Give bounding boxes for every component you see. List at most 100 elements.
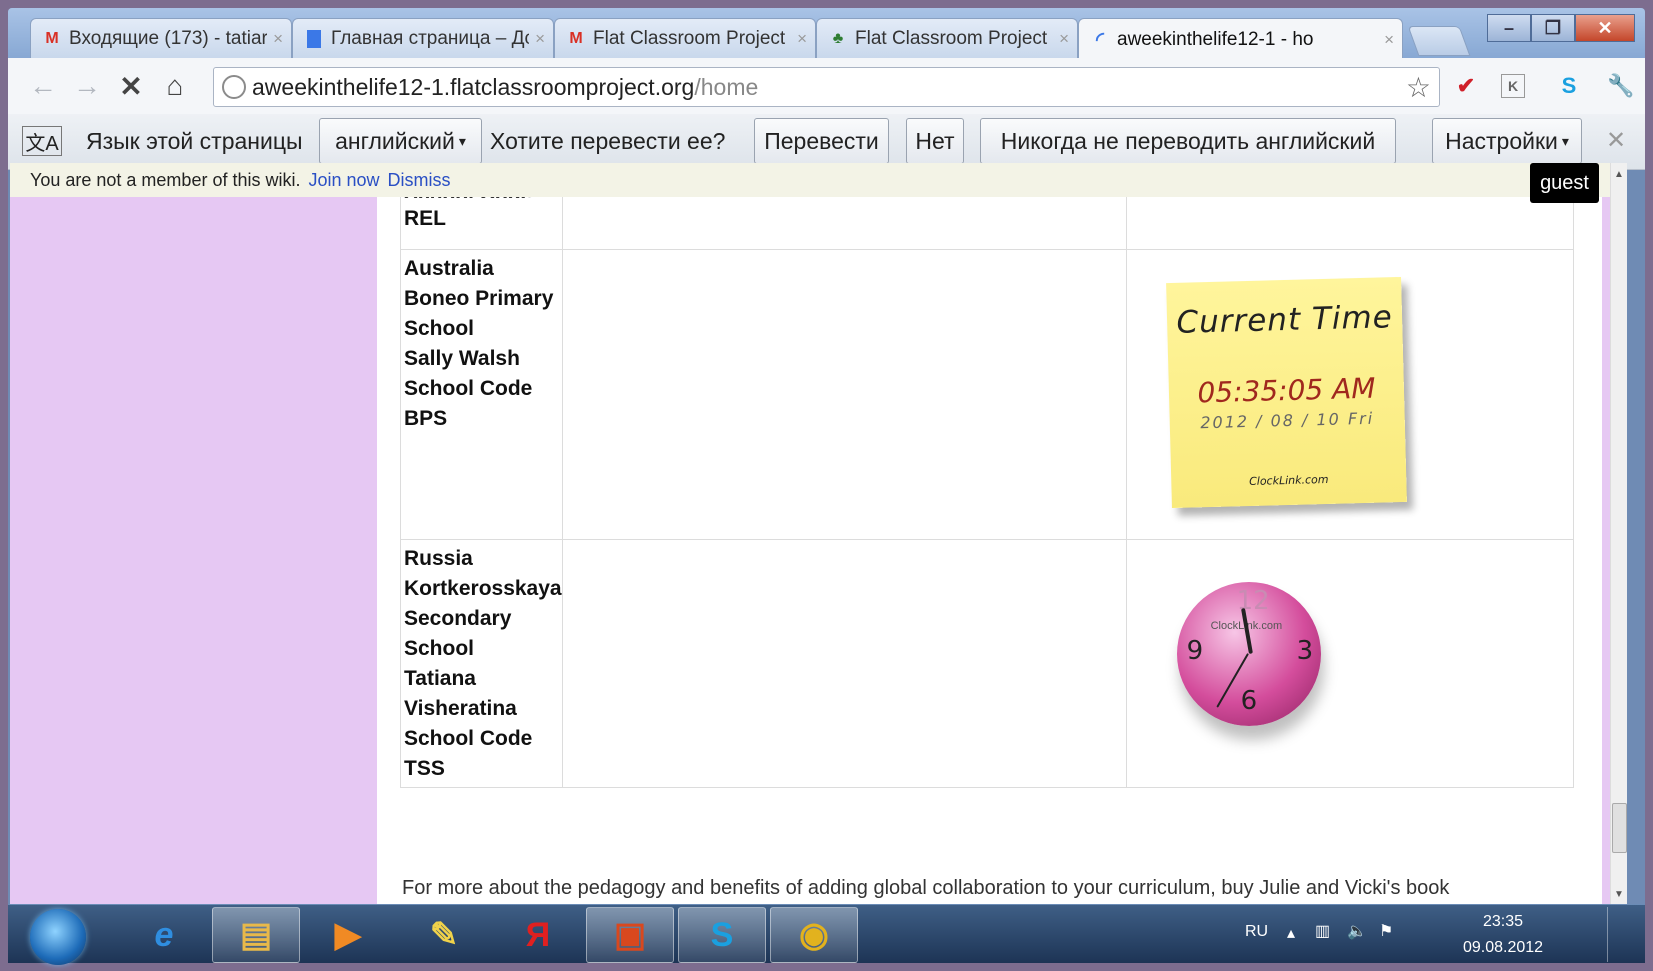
yandex-icon[interactable]: Я bbox=[494, 907, 582, 963]
clock-num-6: 6 bbox=[1240, 686, 1258, 716]
tab-docs[interactable]: Главная страница – Дс × bbox=[292, 18, 554, 58]
widget-title: Current Time bbox=[1175, 299, 1393, 341]
schools-table: School Code REL Australia Boneo Primary … bbox=[400, 187, 1574, 788]
home-icon[interactable]: ⌂ bbox=[152, 64, 198, 108]
kaspersky-icon[interactable]: ✔ bbox=[1450, 70, 1482, 102]
school-code: TSS bbox=[404, 757, 445, 780]
gmail-icon: M bbox=[569, 29, 583, 47]
school-code-label: School Code bbox=[404, 377, 533, 400]
school-name-2: Secondary bbox=[404, 607, 512, 630]
language-indicator[interactable]: RU bbox=[1245, 923, 1275, 941]
address-bar[interactable]: aweekinthelife12-1.flatclassroomproject.… bbox=[213, 67, 1440, 107]
tab-flat-classroom[interactable]: ♣ Flat Classroom Project × bbox=[816, 18, 1078, 58]
close-translate-icon[interactable]: ✕ bbox=[1606, 126, 1626, 155]
analog-clock-widget[interactable]: ClockLink.com 12 3 6 9 bbox=[1176, 582, 1321, 726]
bookmark-star-icon[interactable]: ☆ bbox=[1406, 71, 1431, 104]
close-tab-icon[interactable]: × bbox=[1384, 30, 1394, 50]
translate-settings-button[interactable]: Настройки ▾ bbox=[1432, 118, 1582, 164]
translate-button[interactable]: Перевести bbox=[754, 118, 889, 164]
skype-extension-icon[interactable]: S bbox=[1553, 70, 1585, 102]
url-host: aweekinthelife12-1.flatclassroomproject.… bbox=[252, 73, 695, 100]
no-button[interactable]: Нет bbox=[906, 118, 964, 164]
new-tab-button[interactable] bbox=[1407, 26, 1471, 56]
paint-icon[interactable]: ✎ bbox=[400, 907, 488, 963]
page-scrollbar[interactable]: ▲ ▼ bbox=[1610, 163, 1627, 905]
widget-time: 05:35:05 AM bbox=[1196, 371, 1376, 410]
tab-gmail-inbox[interactable]: M Входящие (173) - tatiar × bbox=[30, 18, 292, 58]
join-now-link[interactable]: Join now bbox=[308, 170, 379, 191]
chevron-down-icon: ▾ bbox=[1561, 132, 1569, 149]
clock-num-9: 9 bbox=[1186, 636, 1204, 666]
footer-paragraph: For more about the pedagogy and benefits… bbox=[402, 877, 1450, 899]
user-badge[interactable]: guest bbox=[1530, 163, 1599, 203]
powerpoint-icon[interactable]: ▣ bbox=[586, 907, 674, 963]
back-arrow-icon[interactable]: ← bbox=[20, 64, 66, 108]
school-name-2: School bbox=[404, 317, 475, 340]
wrench-icon[interactable]: 🔧 bbox=[1605, 70, 1637, 102]
plant-icon: ♣ bbox=[832, 29, 844, 47]
membership-notice: You are not a member of this wiki. Join … bbox=[10, 163, 1610, 197]
close-tab-icon[interactable]: × bbox=[797, 29, 807, 49]
translate-bar: 文A Язык этой страницы английский ▾ Хотите… bbox=[8, 114, 1645, 170]
globe-icon bbox=[222, 75, 246, 99]
translate-label: Язык этой страницы bbox=[86, 128, 303, 154]
chevron-down-icon: ▾ bbox=[458, 132, 466, 149]
language-select[interactable]: английский ▾ bbox=[319, 118, 482, 164]
gmail-icon: M bbox=[45, 29, 59, 47]
browser-toolbar: ← → ✕ ⌂ aweekinthelife12-1.flatclassroom… bbox=[8, 58, 1645, 114]
teacher-first-name: Tatiana bbox=[404, 667, 476, 690]
tab-flat-classroom-mail[interactable]: M Flat Classroom Project | × bbox=[554, 18, 816, 58]
never-translate-button[interactable]: Никогда не переводить английский bbox=[980, 118, 1396, 164]
window-controls: – ❐ ✕ bbox=[1487, 14, 1635, 42]
table-row: Australia Boneo Primary School Sally Wal… bbox=[400, 249, 1574, 540]
translate-question: Хотите перевести ее? bbox=[490, 128, 726, 154]
widget-date: 2012 / 08 / 10 Fri bbox=[1199, 408, 1374, 433]
country: Australia bbox=[404, 257, 494, 280]
page-viewport: School Code REL Australia Boneo Primary … bbox=[10, 163, 1627, 905]
chrome-icon[interactable]: ◉ bbox=[770, 907, 858, 963]
media-player-icon[interactable]: ▶ bbox=[304, 907, 392, 963]
k-extension-icon[interactable]: K bbox=[1501, 74, 1525, 98]
show-hidden-icons-icon[interactable]: ▴ bbox=[1287, 923, 1295, 943]
minimize-icon[interactable]: – bbox=[1487, 14, 1531, 42]
close-window-icon[interactable]: ✕ bbox=[1575, 14, 1635, 42]
file-explorer-icon[interactable]: ▤ bbox=[212, 907, 300, 963]
internet-explorer-icon[interactable]: e bbox=[120, 907, 208, 963]
dismiss-link[interactable]: Dismiss bbox=[388, 170, 451, 191]
close-tab-icon[interactable]: × bbox=[273, 29, 283, 49]
school-name: Kortkerosskaya bbox=[404, 577, 562, 600]
teacher-name: Sally Walsh bbox=[404, 347, 520, 370]
restore-icon[interactable]: ❐ bbox=[1531, 14, 1575, 42]
main-content: School Code REL Australia Boneo Primary … bbox=[377, 187, 1602, 905]
skype-icon[interactable]: S bbox=[678, 907, 766, 963]
loading-icon: ◜ bbox=[1096, 29, 1104, 51]
forward-arrow-icon[interactable]: → bbox=[64, 64, 110, 108]
school-code: REL bbox=[404, 207, 446, 230]
clock-num-3: 3 bbox=[1296, 636, 1314, 666]
tab-active[interactable]: ◜ aweekinthelife12-1 - ho × bbox=[1078, 18, 1403, 60]
start-button[interactable] bbox=[30, 909, 86, 965]
country: Russia bbox=[404, 547, 473, 570]
show-desktop-button[interactable] bbox=[1607, 907, 1635, 962]
clock-date[interactable]: 09.08.2012 bbox=[1453, 939, 1553, 957]
action-center-icon[interactable]: ⚑ bbox=[1379, 921, 1393, 941]
windows-taskbar: e ▤ ▶ ✎ Я ▣ S ◉ RU ▴ ▥ 🔈 ⚑ 23:35 09.08.2… bbox=[8, 904, 1645, 965]
close-tab-icon[interactable]: × bbox=[535, 29, 545, 49]
network-icon[interactable]: ▥ bbox=[1315, 921, 1330, 941]
close-tab-icon[interactable]: × bbox=[1059, 29, 1069, 49]
teacher-last-name: Visheratina bbox=[404, 697, 517, 720]
tab-strip: M Входящие (173) - tatiar × Главная стра… bbox=[8, 8, 1645, 60]
current-time-widget[interactable]: Current Time 05:35:05 AM 2012 / 08 / 10 … bbox=[1165, 276, 1407, 509]
school-name: Boneo Primary bbox=[404, 287, 554, 310]
stop-icon[interactable]: ✕ bbox=[108, 64, 154, 108]
school-code: BPS bbox=[404, 407, 448, 430]
scroll-up-icon[interactable]: ▲ bbox=[1614, 169, 1624, 180]
docs-icon bbox=[303, 29, 325, 49]
scrollbar-thumb[interactable] bbox=[1612, 803, 1627, 853]
widget-source: ClockLink.com bbox=[1248, 472, 1329, 489]
school-name-3: School bbox=[404, 637, 475, 660]
scroll-down-icon[interactable]: ▼ bbox=[1614, 889, 1624, 900]
volume-icon[interactable]: 🔈 bbox=[1347, 921, 1367, 941]
clock-time[interactable]: 23:35 bbox=[1453, 913, 1553, 931]
table-row: Russia Kortkerosskaya Secondary School T… bbox=[400, 539, 1574, 788]
